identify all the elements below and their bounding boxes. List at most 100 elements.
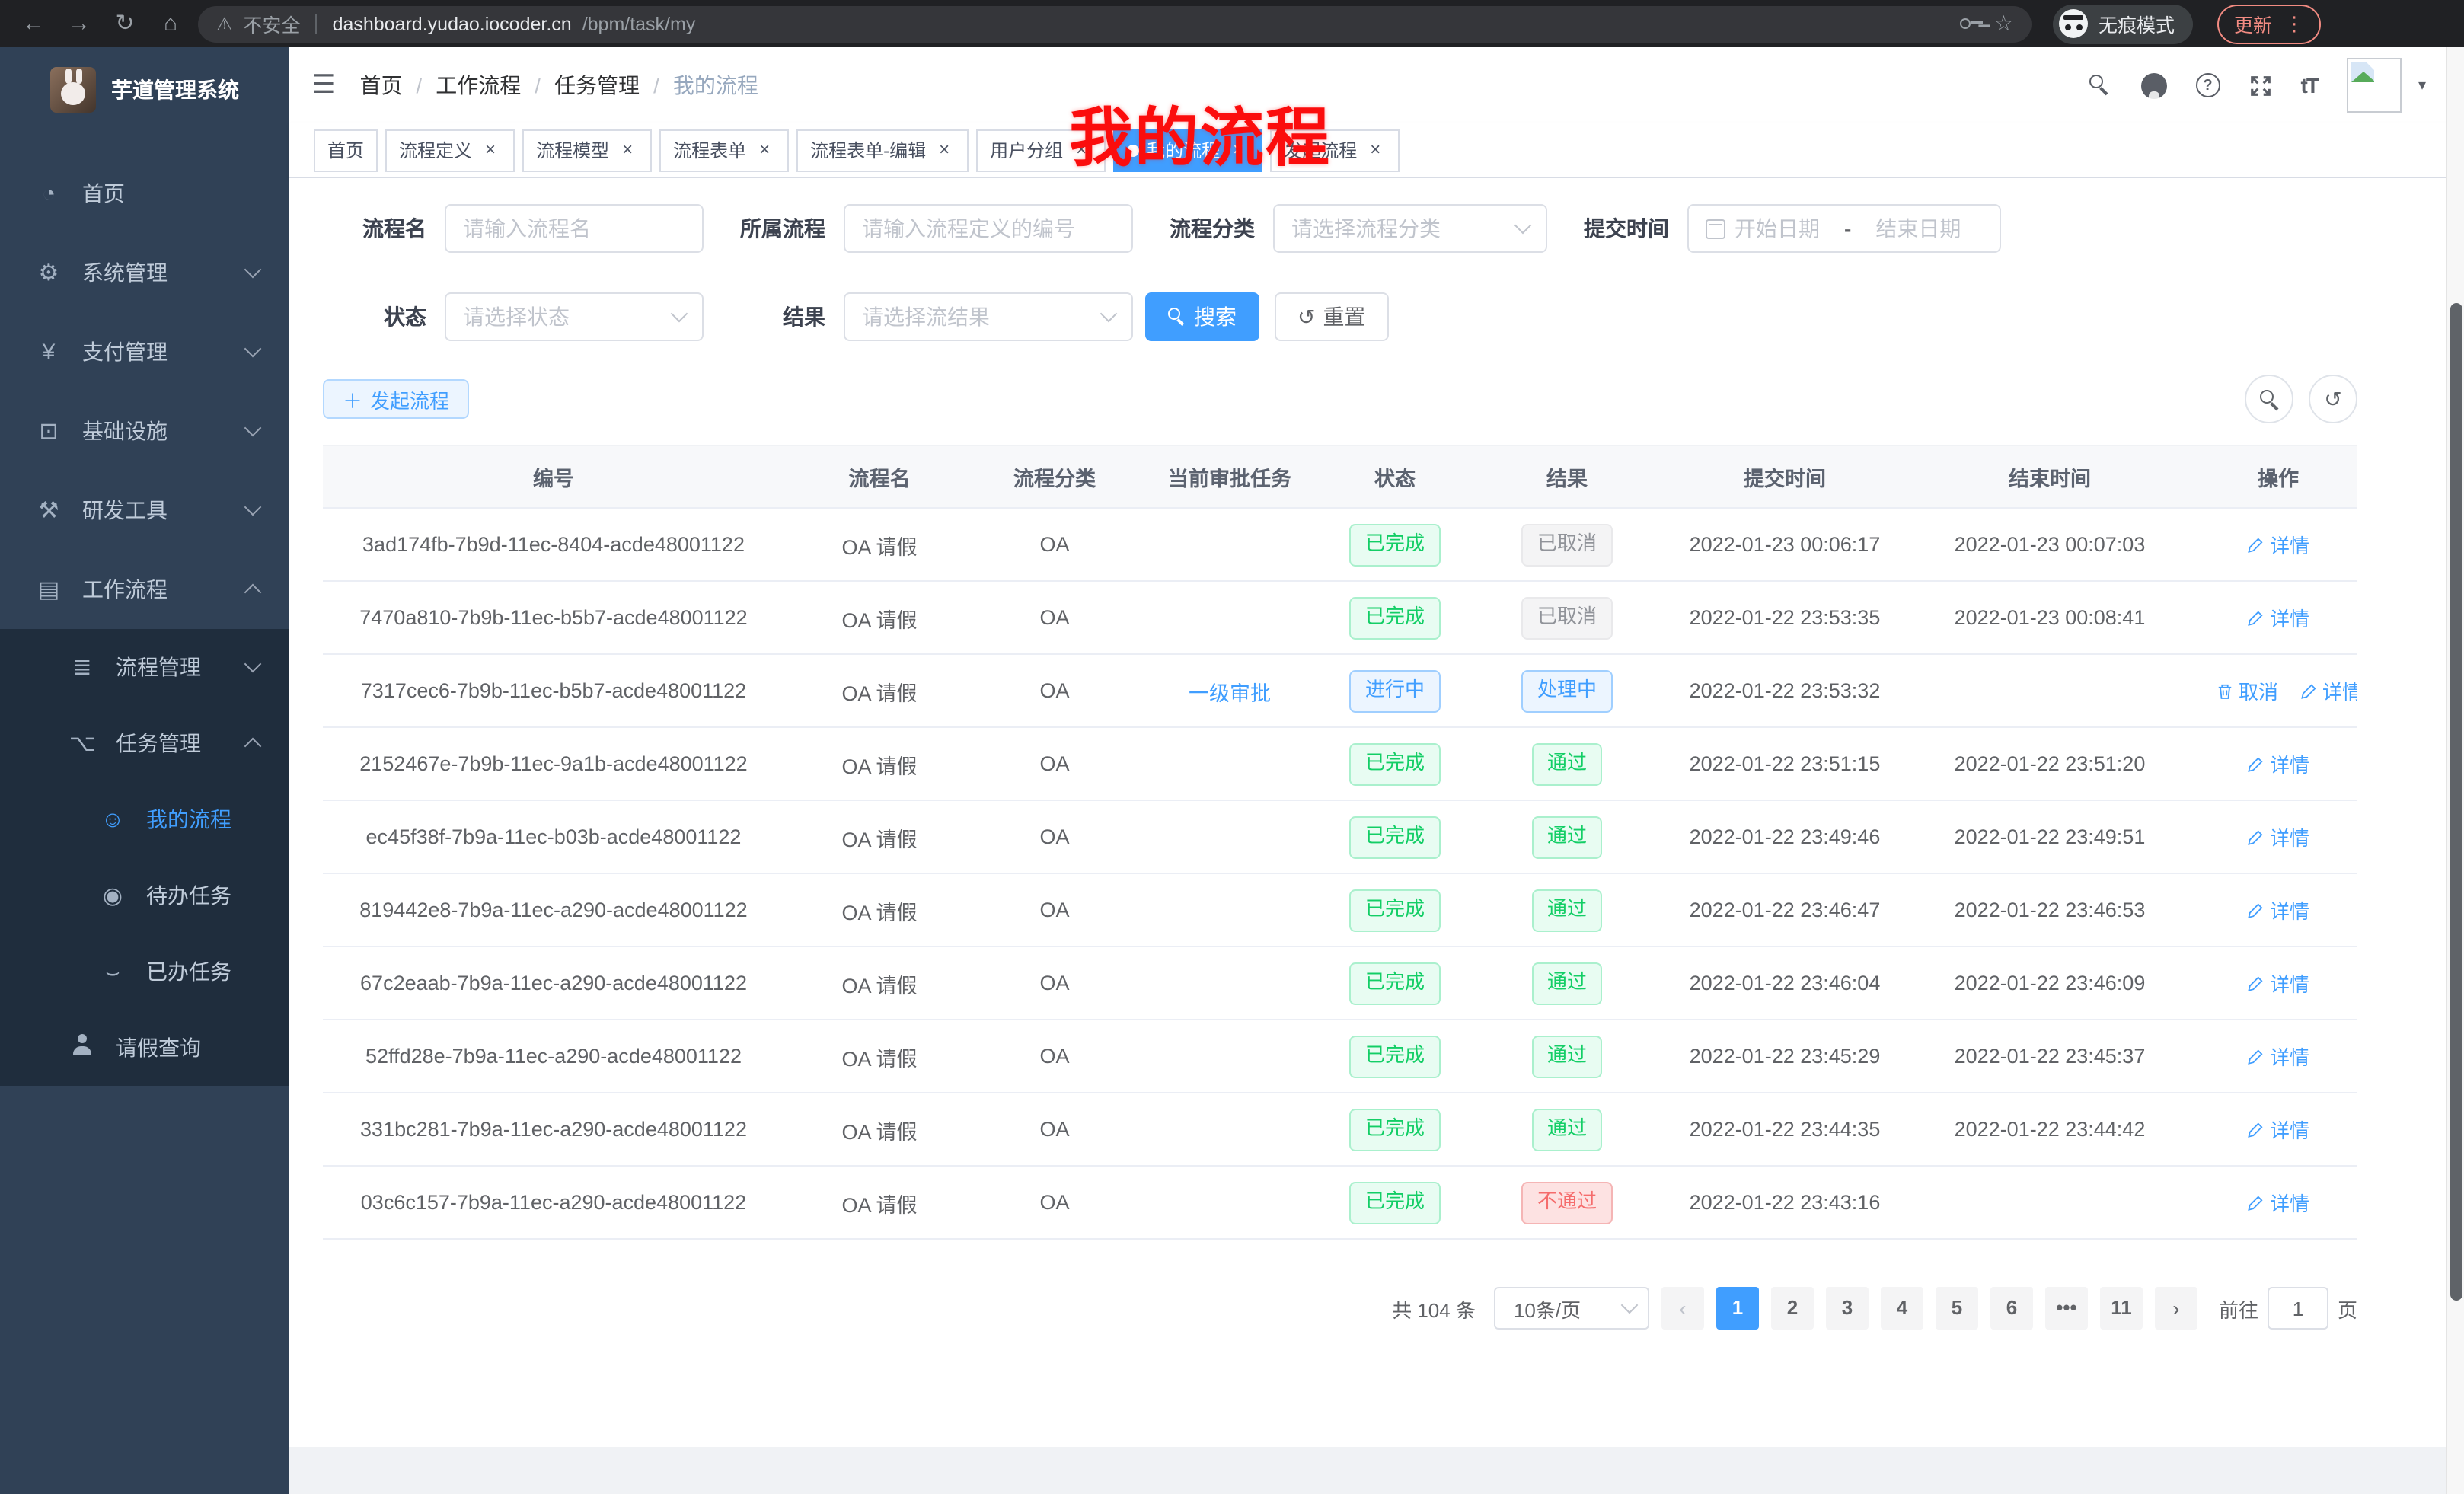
tab-流程模型[interactable]: 流程模型× [522, 129, 652, 171]
reset-button[interactable]: ↺ 重置 [1275, 292, 1388, 341]
sidebar-item-leave-query[interactable]: 请假查询 [0, 1010, 289, 1086]
close-icon[interactable]: × [617, 139, 638, 161]
back-icon[interactable]: ← [15, 0, 52, 47]
detail-link[interactable]: 详情 [2247, 603, 2309, 632]
page-button-11[interactable]: 11 [2100, 1287, 2143, 1330]
page-size-select[interactable]: 10条/页 [1494, 1287, 1649, 1330]
breadcrumb-task-mgmt[interactable]: 任务管理 [554, 70, 640, 101]
detail-link[interactable]: 详情 [2247, 749, 2309, 778]
category-filter-select[interactable]: 请选择流程分类 [1273, 204, 1547, 253]
avatar[interactable] [2347, 58, 2402, 113]
page-button-1[interactable]: 1 [1716, 1287, 1759, 1330]
page-button-2[interactable]: 2 [1771, 1287, 1814, 1330]
bookmark-star-icon[interactable]: ☆ [1994, 11, 2013, 37]
page-button-6[interactable]: 6 [1990, 1287, 2033, 1330]
tab-流程表单[interactable]: 流程表单× [659, 129, 789, 171]
result-badge: 通过 [1532, 742, 1602, 785]
page-scrollbar[interactable] [2446, 47, 2464, 1494]
start-date-input[interactable]: 开始日期 [1735, 213, 1820, 244]
menu-dots-icon[interactable]: ⋮ [2284, 14, 2304, 34]
home-icon[interactable]: ⌂ [152, 0, 189, 47]
create-process-button[interactable]: ＋ 发起流程 [323, 379, 469, 419]
detail-link[interactable]: 详情 [2247, 530, 2309, 559]
fullscreen-icon[interactable] [2249, 74, 2272, 97]
page-ellipsis[interactable]: ••• [2045, 1287, 2088, 1330]
result-badge: 已取消 [1522, 523, 1612, 566]
end-date-input[interactable]: 结束日期 [1875, 213, 1961, 244]
font-size-icon[interactable]: tT [2301, 73, 2318, 97]
prev-page-button[interactable]: ‹ [1661, 1287, 1704, 1330]
goto-page-input[interactable] [2268, 1287, 2328, 1330]
sidebar-item-system[interactable]: ⚙ 系统管理 [0, 233, 289, 312]
cell-name: OA 请假 [784, 947, 975, 1020]
eye-icon: ◉ [94, 882, 131, 909]
breadcrumb-workflow[interactable]: 工作流程 [436, 70, 521, 101]
address-bar[interactable]: ⚠ 不安全 dashboard.yudao.iocoder.cn /bpm/ta… [198, 5, 2032, 42]
sidebar-item-infra[interactable]: ⊡ 基础设施 [0, 391, 289, 471]
current-task-link[interactable]: 一级审批 [1189, 682, 1271, 704]
close-icon[interactable]: × [480, 139, 501, 161]
sidebar-item-task-mgmt[interactable]: ⌥ 任务管理 [0, 705, 289, 781]
sidebar-item-process-mgmt[interactable]: ≣ 流程管理 [0, 629, 289, 705]
table-row: 52ffd28e-7b9a-11ec-a290-acde48001122 OA … [323, 1020, 2357, 1093]
definition-filter-input[interactable]: 请输入流程定义的编号 [844, 204, 1133, 253]
tab-用户分组[interactable]: 用户分组× [976, 129, 1106, 171]
tab-发起流程[interactable]: 发起流程× [1270, 129, 1400, 171]
security-label[interactable]: 不安全 [244, 9, 301, 38]
cell-category: OA [975, 727, 1135, 800]
cell-category: OA [975, 508, 1135, 581]
app-logo[interactable]: 芋道管理系统 [0, 47, 289, 132]
name-filter-input[interactable]: 请输入流程名 [445, 204, 704, 253]
detail-link[interactable]: 详情 [2247, 895, 2309, 924]
help-icon[interactable]: ? [2196, 73, 2220, 97]
sidebar-item-todo-tasks[interactable]: ◉ 待办任务 [0, 857, 289, 934]
password-key-icon[interactable] [1961, 17, 1984, 30]
sidebar-item-workflow[interactable]: ▤ 工作流程 [0, 550, 289, 629]
result-badge: 已取消 [1522, 596, 1612, 639]
refresh-button[interactable]: ↺ [2309, 375, 2357, 423]
detail-link[interactable]: 详情 [2247, 1115, 2309, 1144]
tab-流程定义[interactable]: 流程定义× [385, 129, 515, 171]
page-button-5[interactable]: 5 [1936, 1287, 1978, 1330]
detail-link[interactable]: 详情 [2247, 822, 2309, 851]
tab-流程表单-编辑[interactable]: 流程表单-编辑× [796, 129, 969, 171]
logo-avatar [50, 67, 96, 113]
close-icon[interactable]: × [1364, 139, 1386, 161]
sidebar-item-home[interactable]: ◔ 首页 [0, 154, 289, 233]
close-icon[interactable]: × [754, 139, 775, 161]
search-button[interactable]: 搜索 [1145, 292, 1259, 341]
avatar-caret-icon[interactable]: ▾ [2418, 77, 2426, 94]
close-icon[interactable]: × [1071, 139, 1092, 161]
hamburger-icon[interactable]: ☰ [312, 70, 336, 101]
close-icon[interactable]: × [1227, 139, 1249, 161]
scrollbar-thumb[interactable] [2450, 303, 2462, 1301]
show-search-button[interactable] [2245, 375, 2293, 423]
browser-update-button[interactable]: 更新 ⋮ [2217, 4, 2321, 43]
cancel-link[interactable]: 取消 [2216, 676, 2278, 705]
main-area: 我的流程 ☰ 首页 / 工作流程 / 任务管理 / 我的流程 ? [289, 47, 2464, 1494]
table-row: ec45f38f-7b9a-11ec-b03b-acde48001122 OA … [323, 800, 2357, 873]
github-icon[interactable] [2141, 72, 2167, 98]
page-button-4[interactable]: 4 [1881, 1287, 1923, 1330]
sidebar-item-devtools[interactable]: ⚒ 研发工具 [0, 471, 289, 550]
detail-link[interactable]: 详情 [2300, 676, 2357, 705]
tab-我的流程[interactable]: 我的流程× [1113, 129, 1262, 171]
status-badge: 已完成 [1350, 816, 1440, 858]
detail-link[interactable]: 详情 [2247, 969, 2309, 998]
forward-icon[interactable]: → [61, 0, 97, 47]
sidebar-item-payment[interactable]: ¥ 支付管理 [0, 312, 289, 391]
date-range-picker[interactable]: 开始日期 - 结束日期 [1687, 204, 2001, 253]
tab-首页[interactable]: 首页 [314, 129, 378, 171]
detail-link[interactable]: 详情 [2247, 1042, 2309, 1071]
page-button-3[interactable]: 3 [1826, 1287, 1869, 1330]
close-icon[interactable]: × [934, 139, 955, 161]
sidebar-item-my-process[interactable]: ☺ 我的流程 [0, 781, 289, 857]
next-page-button[interactable]: › [2155, 1287, 2197, 1330]
breadcrumb-home[interactable]: 首页 [360, 70, 403, 101]
reload-icon[interactable]: ↻ [107, 0, 143, 47]
sidebar-item-done-tasks[interactable]: ⌣ 已办任务 [0, 934, 289, 1010]
search-icon[interactable] [2089, 74, 2112, 97]
status-filter-select[interactable]: 请选择状态 [445, 292, 704, 341]
result-filter-select[interactable]: 请选择流结果 [844, 292, 1133, 341]
detail-link[interactable]: 详情 [2247, 1188, 2309, 1217]
